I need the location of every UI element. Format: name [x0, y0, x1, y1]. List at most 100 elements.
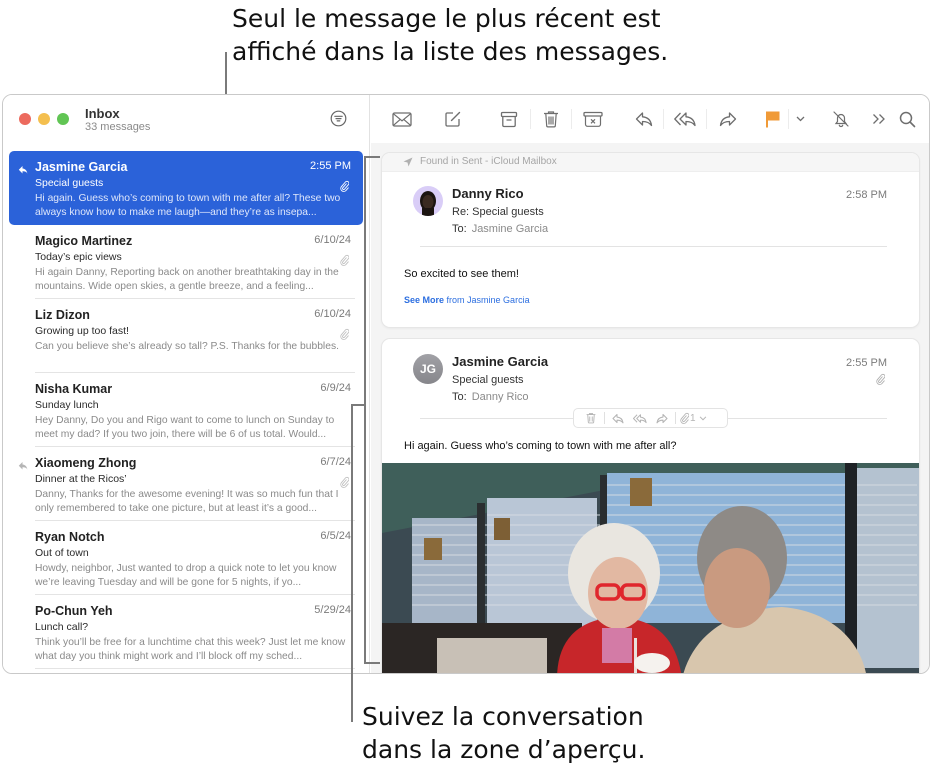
message-date: 6/10/24 [314, 308, 351, 320]
conversation-bracket-bottom [364, 662, 380, 664]
sent-arrow-icon [403, 157, 413, 167]
search-icon [899, 111, 915, 127]
attachment-count: 1 [690, 412, 696, 424]
forward-icon [719, 112, 737, 127]
see-more-suffix: from Jasmine Garcia [446, 295, 530, 305]
attachment-icon [340, 179, 350, 192]
archive-button[interactable] [498, 109, 520, 129]
photo-illustration [382, 463, 919, 673]
callout-top-line-1: Seul le message le plus récent est [232, 4, 661, 33]
message-sender: Ryan Notch [35, 530, 105, 544]
row-divider [35, 668, 355, 669]
message-preview: Howdy, neighbor, Just wanted to drop a q… [35, 563, 337, 588]
message-card-reply[interactable]: Found in Sent - iCloud Mailbox Danny Ric… [382, 153, 919, 327]
message-list-item[interactable]: Ryan Notch 6/5/24 Out of town Howdy, neighb… [9, 521, 363, 595]
message-list-item[interactable]: Jasmine Garcia 2:55 PM Special guests Hi ag… [9, 151, 363, 225]
attachment-icon [340, 327, 350, 340]
message-date: 6/9/24 [320, 382, 351, 394]
inline-divider [604, 412, 605, 424]
message-date: 6/10/24 [314, 234, 351, 246]
callout-bottom-leader-line [351, 404, 353, 722]
filter-button[interactable] [330, 110, 347, 127]
reply-icon [612, 413, 624, 423]
original-body: Hi again. Guess who’s coming to town wit… [404, 440, 677, 452]
preview-pane: Found in Sent - iCloud Mailbox Danny Ric… [371, 143, 929, 673]
message-preview: Can you believe she’s already so tall? P… [35, 341, 339, 352]
message-list-item[interactable]: Po-Chun Yeh 5/29/24 Lunch call? Think you’l… [9, 595, 363, 669]
callout-bottom-connector [351, 404, 366, 406]
message-subject: Special guests [35, 177, 104, 189]
search-button[interactable] [896, 109, 918, 129]
mailbox-message-count: 33 messages [85, 121, 151, 133]
original-subject: Special guests [452, 374, 524, 386]
inline-message-actions: 1 [573, 408, 728, 428]
inline-attachments-button[interactable]: 1 [678, 409, 709, 427]
trash-icon [544, 111, 558, 128]
message-sender: Nisha Kumar [35, 382, 113, 396]
message-subject: Sunday lunch [35, 399, 99, 411]
close-window-button[interactable] [19, 113, 31, 125]
flag-menu-button[interactable] [791, 109, 809, 129]
inline-forward-button[interactable] [651, 409, 673, 427]
reply-recipient-name[interactable]: Jasmine Garcia [472, 223, 548, 235]
conversation-bracket-top [364, 156, 380, 158]
toolbar-divider [788, 109, 789, 129]
message-list-item[interactable]: Nisha Kumar 6/9/24 Sunday lunch Hey Danny, … [9, 373, 363, 447]
inline-reply-all-button[interactable] [629, 409, 651, 427]
junk-button[interactable] [582, 109, 604, 129]
message-subject: Out of town [35, 547, 89, 559]
original-time: 2:55 PM [846, 357, 887, 369]
junk-icon [583, 111, 603, 127]
message-date: 2:55 PM [310, 160, 351, 172]
message-list-item[interactable]: Xiaomeng Zhong 6/7/24 Dinner at the Ricos’… [9, 447, 363, 521]
more-icon [873, 114, 885, 124]
message-list-item[interactable]: Liz Dizon 6/10/24 Growing up too fast! Can … [9, 299, 363, 373]
header-divider [420, 246, 887, 247]
message-subject: Today’s epic views [35, 251, 122, 263]
reply-recipients: To: Jasmine Garcia [452, 223, 548, 235]
message-date: 6/5/24 [320, 530, 351, 542]
see-more-label: See More [404, 295, 445, 305]
original-recipients: To: Danny Rico [452, 391, 529, 403]
replied-icon [18, 458, 28, 470]
reply-all-icon [632, 413, 647, 423]
reply-icon [635, 112, 653, 127]
inline-delete-button[interactable] [580, 409, 602, 427]
see-more-link[interactable]: See More from Jasmine Garcia [404, 295, 530, 305]
reply-button[interactable] [633, 109, 655, 129]
original-recipient-name[interactable]: Danny Rico [472, 391, 529, 403]
delete-button[interactable] [540, 109, 562, 129]
inline-reply-button[interactable] [607, 409, 629, 427]
callout-bottom-line-1: Suivez la conversation [362, 702, 644, 731]
toolbar-divider [530, 109, 531, 129]
message-subject: Dinner at the Ricos’ [35, 473, 127, 485]
original-sender-name: Jasmine Garcia [452, 354, 549, 369]
message-subject: Growing up too fast! [35, 325, 129, 337]
toolbar-divider [571, 109, 572, 129]
message-preview: Think you’ll be free for a lunchtime cha… [35, 637, 346, 662]
message-subject: Lunch call? [35, 621, 89, 633]
reply-sender-name: Danny Rico [452, 186, 524, 201]
message-list-item[interactable]: Magico Martinez 6/10/24 Today’s epic views… [9, 225, 363, 299]
message-date: 5/29/24 [314, 604, 351, 616]
mute-button[interactable] [830, 109, 852, 129]
compose-button[interactable] [442, 109, 464, 129]
trash-icon [586, 413, 596, 424]
toolbar-divider [663, 109, 664, 129]
zoom-window-button[interactable] [57, 113, 69, 125]
message-sender: Liz Dizon [35, 308, 90, 322]
message-list: Jasmine Garcia 2:55 PM Special guests Hi ag… [9, 151, 363, 669]
found-in-text: Found in Sent - iCloud Mailbox [420, 156, 557, 167]
get-mail-button[interactable] [391, 109, 413, 129]
message-sender: Xiaomeng Zhong [35, 456, 137, 470]
callout-message-list: Seul le message le plus récent est affic… [232, 2, 752, 68]
message-card-original[interactable]: JG Jasmine Garcia 2:55 PM Special guests… [382, 339, 919, 673]
message-preview: Hey Danny, Do you and Rigo want to come … [35, 415, 335, 440]
reply-all-button[interactable] [673, 109, 699, 129]
sender-avatar-jasmine: JG [413, 354, 443, 384]
forward-button[interactable] [717, 109, 739, 129]
more-toolbar-items-button[interactable] [868, 109, 890, 129]
attached-photo[interactable] [382, 463, 919, 673]
minimize-window-button[interactable] [38, 113, 50, 125]
flag-button[interactable] [762, 109, 784, 129]
